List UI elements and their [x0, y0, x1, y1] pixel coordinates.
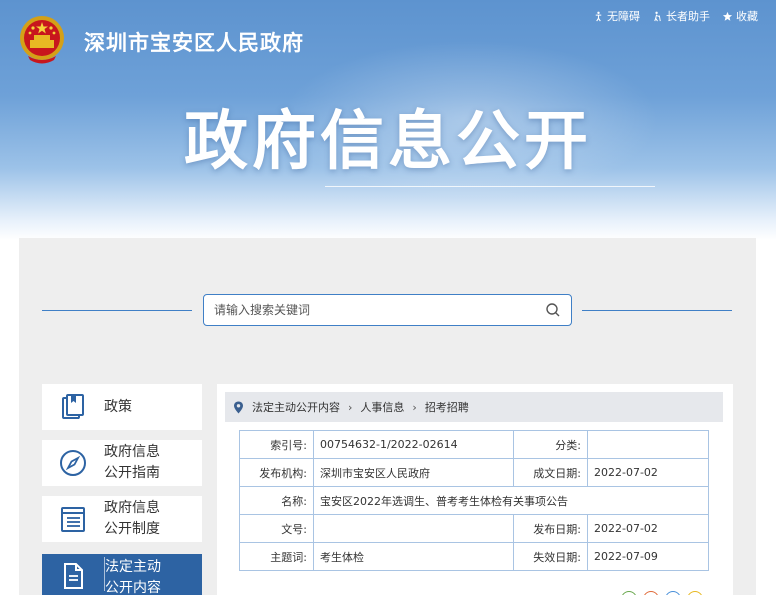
- doc-no-value: [313, 514, 514, 543]
- search-divider-left: [42, 310, 192, 311]
- table-row: 文号: 发布日期: 2022-07-02: [239, 514, 709, 543]
- search-box: [203, 294, 572, 326]
- table-row: 主题词: 考生体检 失效日期: 2022-07-09: [239, 542, 709, 571]
- expire-date-label: 失效日期:: [513, 542, 588, 571]
- breadcrumb-item[interactable]: 人事信息: [360, 399, 404, 415]
- accessibility-label: 无障碍: [607, 10, 640, 23]
- table-row: 索引号: 00754632-1/2022-02614 分类:: [239, 430, 709, 459]
- breadcrumb-item[interactable]: 法定主动公开内容: [252, 399, 340, 415]
- search-divider-right: [582, 310, 732, 311]
- doc-no-label: 文号:: [239, 514, 314, 543]
- breadcrumb: 法定主动公开内容 › 人事信息 › 招考招聘: [225, 392, 723, 422]
- share-qzone-icon[interactable]: [687, 591, 703, 595]
- category-value: [587, 430, 709, 459]
- content-panel: 法定主动公开内容 › 人事信息 › 招考招聘 索引号: 00754632-1/2…: [217, 384, 733, 595]
- book-icon: [62, 394, 84, 419]
- site-name[interactable]: 深圳市宝安区人民政府: [84, 27, 304, 57]
- nav-label-guide: 政府信息 公开指南: [104, 444, 160, 481]
- nav-label-system: 政府信息 公开制度: [104, 500, 160, 537]
- publisher-value: 深圳市宝安区人民政府: [313, 458, 514, 487]
- share-weibo-icon[interactable]: [643, 591, 659, 595]
- national-emblem-icon: [20, 16, 64, 64]
- nav-label-mandatory-disclosure: 法定主动 公开内容: [105, 559, 161, 595]
- favorite-link[interactable]: 收藏: [722, 8, 758, 24]
- search-input[interactable]: [214, 303, 545, 317]
- publisher-label: 发布机构:: [239, 458, 314, 487]
- compass-icon: [60, 450, 86, 476]
- doc-name-value: 宝安区2022年选调生、普考考生体检有关事项公告: [313, 486, 709, 515]
- accessibility-icon: [595, 11, 602, 21]
- favorite-label: 收藏: [736, 10, 758, 23]
- top-links: 无障碍 长者助手 收藏: [593, 8, 758, 24]
- document-meta-table: 索引号: 00754632-1/2022-02614 分类: 发布机构: 深圳市…: [239, 430, 709, 571]
- header-banner: 深圳市宝安区人民政府 无障碍 长者助手 收藏 政府信息公开: [0, 0, 776, 240]
- share-wechat-icon[interactable]: [621, 591, 637, 595]
- accessibility-link[interactable]: 无障碍: [593, 8, 640, 24]
- share-buttons: [621, 591, 703, 595]
- nav-item-system[interactable]: 政府信息 公开制度: [42, 496, 202, 542]
- document-list-icon: [61, 507, 85, 532]
- index-no-label: 索引号:: [239, 430, 314, 459]
- file-icon: [64, 563, 83, 589]
- elder-assist-label: 长者助手: [666, 10, 710, 23]
- elder-assist-link[interactable]: 长者助手: [652, 8, 710, 24]
- location-pin-icon: [234, 401, 243, 413]
- nav-item-mandatory-disclosure[interactable]: 法定主动 公开内容: [42, 554, 202, 595]
- nav-item-guide[interactable]: 政府信息 公开指南: [42, 440, 202, 486]
- nav-label-policy: 政策: [104, 398, 132, 415]
- banner-divider: [325, 186, 655, 187]
- publish-date-label: 发布日期:: [513, 514, 588, 543]
- search-icon[interactable]: [545, 302, 561, 318]
- page-title: 政府信息公开: [184, 105, 592, 179]
- doc-name-label: 名称:: [239, 486, 314, 515]
- main-container: 政策 政府信息 公开指南 政府信息 公开制度: [19, 238, 756, 595]
- chevron-right-icon: ›: [412, 400, 417, 414]
- publish-date-value: 2022-07-02: [587, 514, 709, 543]
- category-label: 分类:: [513, 430, 588, 459]
- favorite-icon: [722, 11, 733, 21]
- subject-value: 考生体检: [313, 542, 514, 571]
- index-no-value: 00754632-1/2022-02614: [313, 430, 514, 459]
- expire-date-value: 2022-07-09: [587, 542, 709, 571]
- table-row: 发布机构: 深圳市宝安区人民政府 成文日期: 2022-07-02: [239, 458, 709, 487]
- breadcrumb-item[interactable]: 招考招聘: [425, 399, 469, 415]
- table-row: 名称: 宝安区2022年选调生、普考考生体检有关事项公告: [239, 486, 709, 515]
- created-date-value: 2022-07-02: [587, 458, 709, 487]
- chevron-right-icon: ›: [348, 400, 353, 414]
- elder-assist-icon: [654, 11, 661, 21]
- created-date-label: 成文日期:: [513, 458, 588, 487]
- share-qq-icon[interactable]: [665, 591, 681, 595]
- subject-label: 主题词:: [239, 542, 314, 571]
- nav-item-policy[interactable]: 政策: [42, 384, 202, 430]
